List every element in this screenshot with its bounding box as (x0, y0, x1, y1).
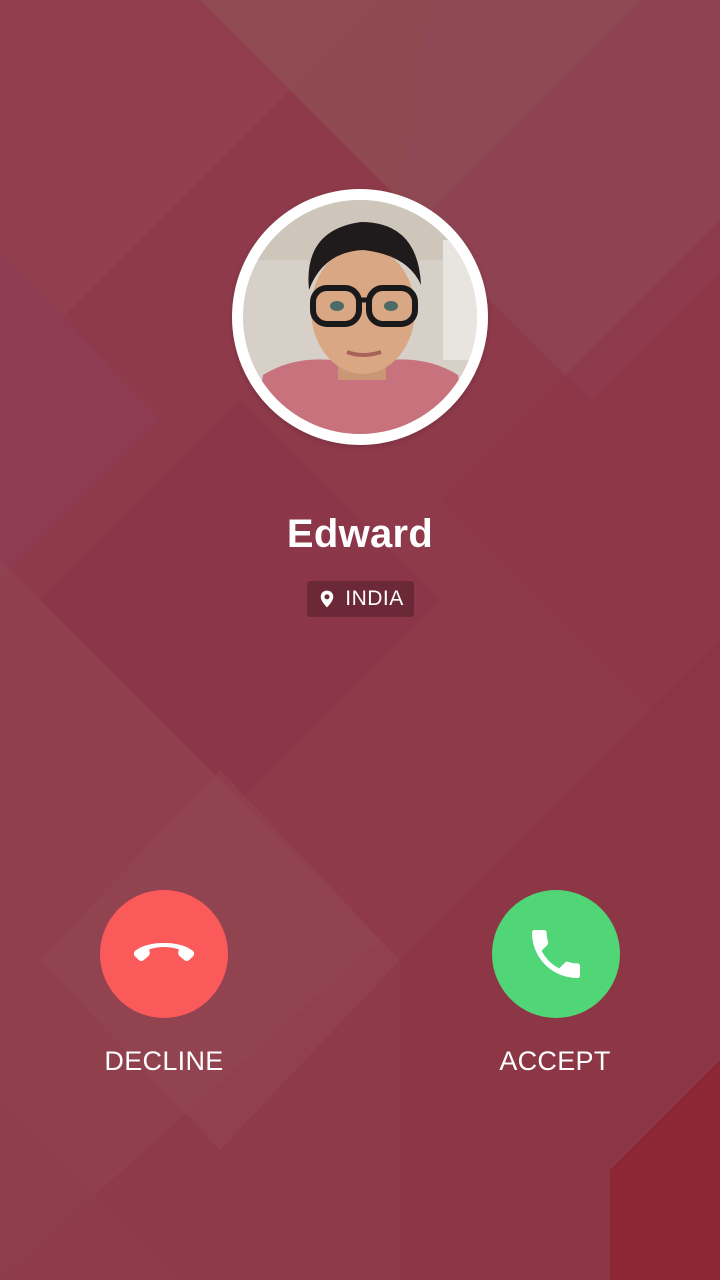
phone-icon (532, 930, 580, 978)
phone-hangup-icon (133, 943, 195, 961)
accept-button[interactable] (492, 890, 620, 1018)
map-pin-icon (320, 590, 334, 608)
decline-button[interactable] (100, 890, 228, 1018)
avatar-photo (243, 200, 477, 434)
location-badge: INDIA (307, 581, 414, 617)
decline-label: DECLINE (104, 1046, 224, 1076)
incoming-call-screen: Edward INDIA DECLINE ACCEPT (0, 0, 720, 1280)
caller-avatar (232, 189, 488, 445)
caller-name: Edward (286, 512, 434, 556)
accept-label: ACCEPT (499, 1046, 611, 1076)
location-label: INDIA (345, 587, 404, 610)
